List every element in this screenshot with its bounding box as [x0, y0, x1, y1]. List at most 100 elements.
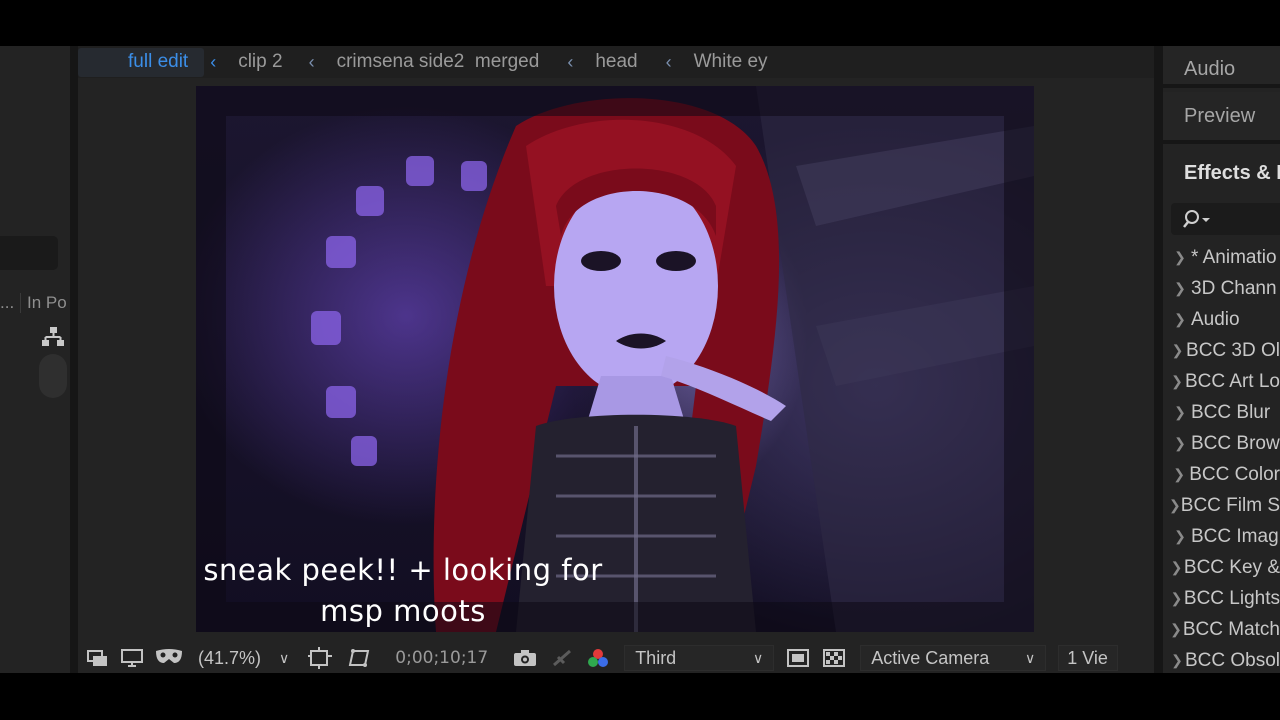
in-point-column-label[interactable]: In Po [27, 293, 67, 313]
mask-visibility-icon[interactable] [154, 645, 184, 671]
effects-search-input[interactable] [1171, 203, 1280, 235]
effect-category-label: BCC Blur [1191, 401, 1271, 423]
panel-divider-right[interactable] [1154, 46, 1163, 673]
chevron-right-icon[interactable]: ❯ [1163, 342, 1186, 359]
chevron-left-icon: ‹ [210, 51, 217, 72]
effects-presets-panel: Audio Preview Effects & P ❯ * Animatio ❯ 3… [1163, 46, 1280, 673]
resolution-dropdown[interactable]: Third ∨ [624, 645, 775, 671]
caption-line-1: sneak peek!! + looking for [203, 553, 603, 587]
chevron-right-icon[interactable]: ❯ [1163, 466, 1189, 483]
chevron-right-icon[interactable]: ❯ [1163, 652, 1185, 669]
project-column-header: ... In Po [0, 290, 70, 316]
effect-category-label: BCC Lights [1183, 587, 1280, 609]
breadcrumb-crimsena-side2-merged[interactable]: crimsena side2 merged [337, 51, 540, 73]
camera-view-dropdown[interactable]: Active Camera ∨ [860, 645, 1047, 671]
effect-category-label: BCC Match [1182, 618, 1280, 640]
tab-effects-label: Effects & P [1184, 161, 1280, 184]
chevron-left-icon: ‹ [567, 51, 574, 72]
effect-category[interactable]: ❯ BCC Brow [1163, 428, 1280, 459]
monitor-icon[interactable] [120, 645, 144, 671]
chevron-right-icon[interactable]: ❯ [1163, 559, 1184, 576]
viewer-toolbar: (41.7%) ∨ 0;00;10;17 Third ∨ Active Came… [78, 643, 1154, 673]
effect-category-label: * Animatio [1191, 246, 1277, 268]
breadcrumb-head[interactable]: head [595, 51, 637, 73]
view-layout-dropdown[interactable]: 1 Vie [1058, 645, 1119, 671]
tab-effects-presets[interactable]: Effects & P [1163, 148, 1280, 198]
effect-category[interactable]: ❯ BCC Art Lo [1163, 366, 1280, 397]
tab-audio[interactable]: Audio [1163, 46, 1280, 88]
effect-category[interactable]: ❯ BCC Key & [1163, 552, 1280, 583]
effect-category-label: BCC Brow [1191, 432, 1280, 454]
column-divider[interactable] [20, 293, 21, 313]
effect-category-label: BCC Key & [1183, 556, 1280, 578]
chevron-down-icon: ∨ [752, 649, 764, 666]
effect-category-label: 3D Chann [1191, 277, 1277, 299]
fast-preview-icon[interactable] [786, 645, 810, 671]
current-time-display[interactable]: 0;00;10;17 [395, 648, 488, 668]
chevron-right-icon[interactable]: ❯ [1163, 435, 1191, 452]
effect-category[interactable]: ❯ 3D Chann [1163, 273, 1280, 304]
resolution-value: Third [635, 647, 677, 668]
breadcrumb-full-edit[interactable]: full edit [78, 47, 205, 77]
chevron-down-icon: ∨ [1024, 649, 1036, 666]
tab-audio-label: Audio [1184, 57, 1236, 80]
effect-category[interactable]: ❯ * Animatio [1163, 242, 1280, 273]
effects-list: ❯ * Animatio ❯ 3D Chann ❯ Audio ❯ BCC 3D Ol … [1163, 242, 1280, 673]
effect-category-label: BCC Film S [1180, 494, 1280, 516]
effect-category-label: BCC Art Lo [1184, 370, 1280, 392]
show-snapshot-icon[interactable] [550, 645, 574, 671]
always-preview-icon[interactable] [86, 645, 110, 671]
project-scrollbar[interactable] [39, 354, 67, 398]
tab-preview[interactable]: Preview [1163, 92, 1280, 144]
project-search-input[interactable] [0, 236, 58, 270]
letterbox-bottom [0, 673, 1280, 720]
composition-navigator: full edit ‹ clip 2 ‹ crimsena side2 merg… [78, 46, 1154, 78]
effect-category-label: BCC Obsol [1184, 649, 1280, 671]
letterbox-top [0, 0, 1280, 46]
chevron-right-icon[interactable]: ❯ [1163, 249, 1191, 266]
column-overflow[interactable]: ... [0, 293, 14, 313]
effect-category[interactable]: ❯ BCC Match [1163, 614, 1280, 645]
panel-divider-left[interactable] [70, 46, 78, 673]
caption-line-2: msp moots [320, 594, 486, 628]
transparency-grid-icon[interactable] [345, 645, 371, 671]
chevron-right-icon[interactable]: ❯ [1163, 497, 1181, 514]
region-of-interest-icon[interactable] [307, 645, 333, 671]
camera-snapshot-icon[interactable] [512, 645, 538, 671]
project-panel: ... In Po [0, 46, 70, 673]
composition-panel: full edit ‹ clip 2 ‹ crimsena side2 merg… [78, 46, 1154, 673]
chevron-right-icon[interactable]: ❯ [1163, 373, 1185, 390]
checkerboard-icon[interactable] [822, 645, 846, 671]
effect-category[interactable]: ❯ BCC Obsol [1163, 645, 1280, 673]
camera-view-value: Active Camera [871, 647, 990, 668]
chevron-right-icon[interactable]: ❯ [1163, 528, 1191, 545]
overlay-caption: sneak peek!! + looking for msp moots [78, 550, 728, 632]
chevron-left-icon: ‹ [665, 51, 672, 72]
chevron-left-icon: ‹ [308, 51, 315, 72]
chevron-right-icon[interactable]: ❯ [1163, 311, 1191, 328]
effect-category-label: BCC 3D Ol [1186, 339, 1280, 361]
zoom-level: (41.7%) [198, 647, 262, 668]
color-channels-icon[interactable] [586, 645, 610, 671]
flowchart-icon[interactable] [40, 326, 66, 353]
effect-category[interactable]: ❯ BCC Film S [1163, 490, 1280, 521]
effect-category[interactable]: ❯ Audio [1163, 304, 1280, 335]
after-effects-window: ... In Po full edit ‹ clip 2 ‹ crimsena … [0, 46, 1280, 673]
chevron-right-icon[interactable]: ❯ [1163, 590, 1184, 607]
search-icon [1183, 210, 1210, 228]
magnification-dropdown[interactable]: (41.7%) ∨ [196, 645, 291, 671]
chevron-down-icon: ∨ [279, 649, 290, 666]
chevron-right-icon[interactable]: ❯ [1163, 621, 1183, 638]
breadcrumb-white-eye[interactable]: White ey [694, 51, 768, 73]
effect-category[interactable]: ❯ BCC Lights [1163, 583, 1280, 614]
effect-category[interactable]: ❯ BCC Color [1163, 459, 1280, 490]
effect-category-label: BCC Imag [1191, 525, 1279, 547]
chevron-right-icon[interactable]: ❯ [1163, 404, 1191, 421]
effect-category[interactable]: ❯ BCC 3D Ol [1163, 335, 1280, 366]
breadcrumb-clip-2[interactable]: clip 2 [238, 51, 282, 73]
view-layout-value: 1 Vie [1067, 647, 1108, 668]
tab-preview-label: Preview [1184, 104, 1256, 127]
effect-category[interactable]: ❯ BCC Imag [1163, 521, 1280, 552]
chevron-right-icon[interactable]: ❯ [1163, 280, 1191, 297]
effect-category[interactable]: ❯ BCC Blur [1163, 397, 1280, 428]
